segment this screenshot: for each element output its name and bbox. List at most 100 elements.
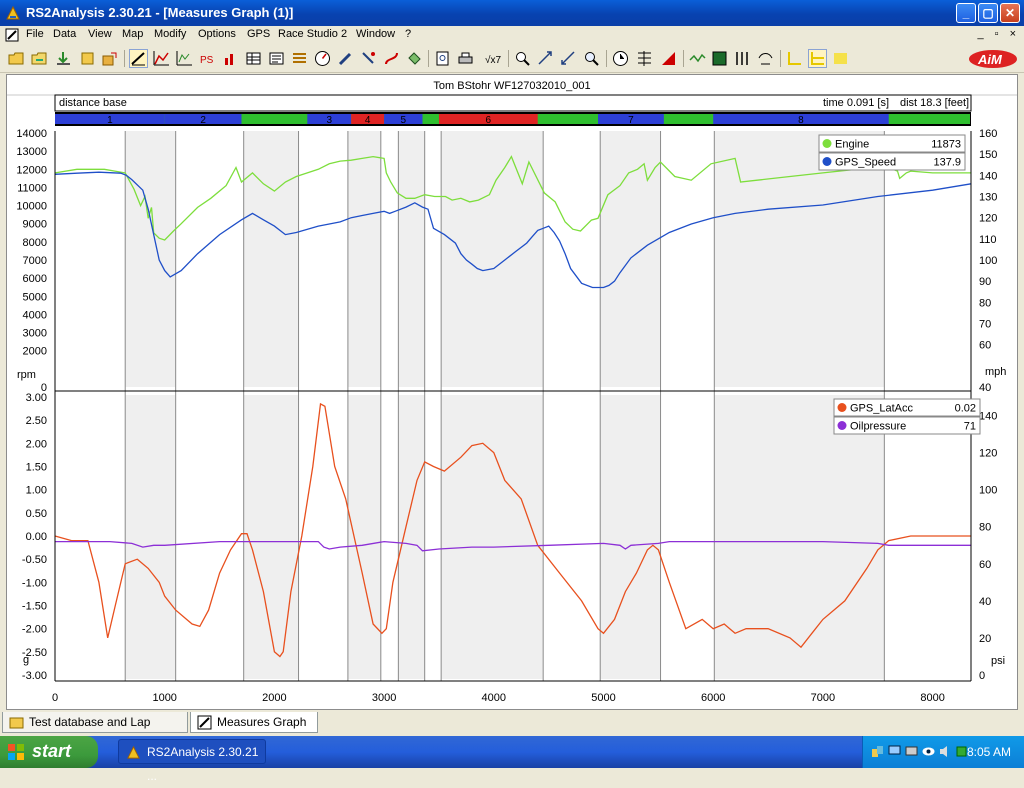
lap-section-band	[398, 131, 425, 387]
legend-swatch	[837, 421, 847, 430]
film-icon[interactable]	[711, 50, 728, 67]
y-tick-label-mph: 160	[979, 128, 997, 140]
lap-section-band	[398, 395, 425, 679]
measures-graph-panel[interactable]: Tom BStohr WF127032010_001 distance base…	[6, 74, 1018, 710]
print-icon[interactable]	[457, 50, 474, 67]
monitor-icon[interactable]	[888, 745, 901, 758]
gauge-icon[interactable]	[314, 50, 331, 67]
menu-options[interactable]: Options	[198, 28, 236, 40]
y-tick-label-psi: 140	[979, 411, 997, 423]
menu-map[interactable]: Map	[122, 28, 143, 40]
track-icon[interactable]	[360, 50, 377, 67]
menu-file[interactable]: File	[26, 28, 44, 40]
clock: 8:05 AM	[966, 745, 1011, 759]
menu-modify[interactable]: Modify	[154, 28, 186, 40]
menu-window[interactable]: Window	[356, 28, 395, 40]
open-file-icon[interactable]	[31, 50, 48, 67]
y-tick-label-psi: 80	[979, 522, 991, 534]
y-tick-label-g: 0.00	[26, 531, 47, 543]
layout-split-icon[interactable]	[808, 49, 827, 68]
y-tick-label-psi: 20	[979, 633, 991, 645]
y-tick-label-rpm: 5000	[23, 291, 47, 303]
table-icon[interactable]	[245, 50, 262, 67]
math-channel-icon[interactable]: √x7	[484, 50, 501, 67]
align-icon[interactable]	[636, 50, 653, 67]
close-button[interactable]: ✕	[1000, 3, 1020, 23]
taskbar: start RS2Analysis 2.30.21 ... 8:05 AM	[0, 736, 1024, 783]
axis-unit-g: g	[23, 654, 29, 666]
legend-label: Engine	[835, 139, 869, 151]
tab-test-database[interactable]: Test database and Lap manager	[2, 712, 188, 750]
ps-chart-icon[interactable]: PS	[199, 50, 216, 67]
start-label: start	[32, 741, 72, 761]
sector-label: 3	[326, 115, 332, 126]
zoom-in-icon[interactable]	[514, 50, 531, 67]
maximize-button[interactable]: ▢	[978, 3, 998, 23]
x-tick-label: 0	[52, 692, 58, 704]
speaker-icon[interactable]	[939, 745, 952, 758]
bar-chart-icon[interactable]	[222, 50, 239, 67]
graph-canvas[interactable]: Tom BStohr WF127032010_001 distance base…	[7, 75, 1017, 709]
axis-unit-psi: psi	[991, 655, 1005, 667]
graph-title: Tom BStohr WF127032010_001	[433, 80, 590, 92]
histogram-icon[interactable]	[176, 50, 193, 67]
legend-value: 11873	[931, 139, 961, 151]
connect-icon[interactable]	[757, 50, 774, 67]
menu-race-studio[interactable]: Race Studio 2	[278, 28, 347, 40]
chat-icon[interactable]	[905, 745, 918, 758]
layout-fill-icon[interactable]	[832, 50, 849, 67]
menu-help[interactable]: ?	[405, 28, 411, 40]
legend-value: 137.9	[933, 157, 961, 169]
split-report-icon[interactable]	[291, 50, 308, 67]
open-folder-icon[interactable]	[8, 50, 25, 67]
preview-icon[interactable]	[434, 50, 451, 67]
import-icon[interactable]	[79, 50, 96, 67]
download-icon[interactable]	[55, 50, 72, 67]
graph-mode-icon[interactable]	[129, 49, 148, 68]
filter-icon[interactable]	[734, 50, 751, 67]
triangle-icon[interactable]	[660, 50, 677, 67]
x-tick-label: 5000	[591, 692, 615, 704]
time-readout: time 0.091 [s]	[823, 97, 889, 109]
pen-icon[interactable]	[337, 50, 354, 67]
app-icon	[127, 745, 140, 759]
legend-swatch	[822, 157, 832, 166]
route-icon[interactable]	[383, 50, 400, 67]
lap-section-band	[243, 131, 299, 387]
y-tick-label-rpm: 12000	[16, 164, 47, 176]
y-tick-label-mph: 130	[979, 192, 997, 204]
zoom-out-icon[interactable]	[560, 50, 577, 67]
map-icon[interactable]	[406, 50, 423, 67]
x-tick-label: 8000	[920, 692, 944, 704]
sector-label: 5	[401, 115, 407, 126]
export-icon[interactable]	[101, 50, 118, 67]
layout-single-icon[interactable]	[786, 50, 803, 67]
taskbar-item-rs2analysis[interactable]: RS2Analysis 2.30.21 ...	[118, 739, 266, 783]
eye-icon[interactable]	[922, 745, 935, 758]
menu-data[interactable]: Data	[53, 28, 76, 40]
menu-view[interactable]: View	[88, 28, 112, 40]
x-tick-label: 3000	[372, 692, 396, 704]
minimize-button[interactable]: _	[956, 3, 976, 23]
menu-gps[interactable]: GPS	[247, 28, 270, 40]
y-tick-label-rpm: 7000	[23, 255, 47, 267]
start-button[interactable]: start	[0, 736, 98, 768]
clock-icon[interactable]	[612, 50, 629, 67]
wave-icon[interactable]	[689, 50, 706, 67]
line-chart-icon[interactable]	[153, 50, 170, 67]
zoom-area-icon[interactable]	[537, 50, 554, 67]
aim-logo: AiM	[969, 50, 1017, 68]
y-tick-label-mph: 60	[979, 340, 991, 352]
tab-measures-graph[interactable]: Measures Graph (1)	[190, 712, 318, 750]
lap-section-band	[441, 395, 544, 679]
legend-label: GPS_Speed	[835, 157, 896, 169]
y-tick-label-mph: 70	[979, 319, 991, 331]
sector-label: 4	[365, 115, 371, 126]
mdi-window-buttons[interactable]: _ ▫ ×	[977, 28, 1020, 40]
channels-icon[interactable]	[268, 50, 285, 67]
network-icon[interactable]	[871, 745, 884, 758]
y-tick-label-psi: 40	[979, 596, 991, 608]
search-icon[interactable]	[583, 50, 600, 67]
toolbar-separator	[428, 50, 429, 67]
y-tick-label-g: -2.00	[22, 624, 47, 636]
